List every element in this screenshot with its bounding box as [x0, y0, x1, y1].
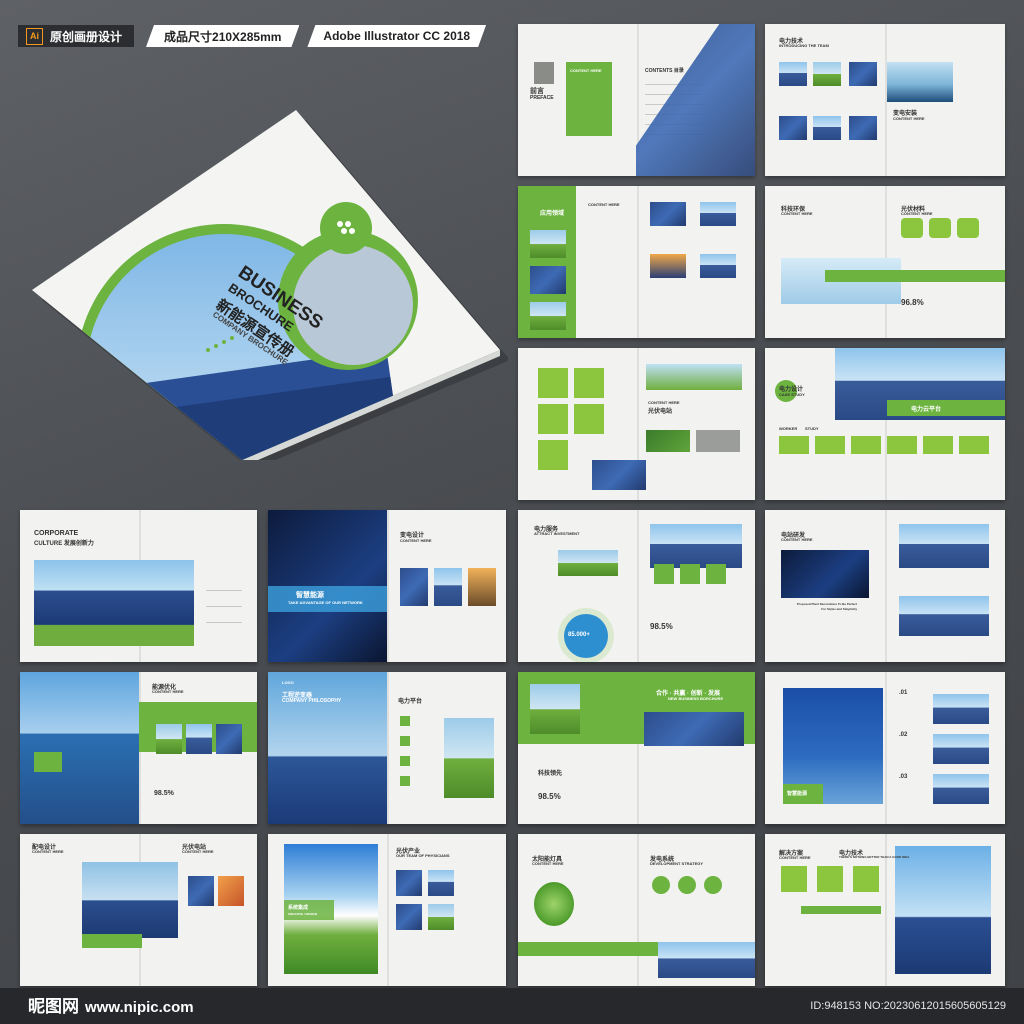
spread-power-service: 电力服务 ATTRACT INVESTMENT 85.000+ 98.5% [518, 510, 755, 662]
smart-energy-sub: TAKE ADVANTAGE OF OUR NETWORK [288, 600, 363, 605]
eco-tech-t2sub: CONTENT HERE [901, 211, 933, 216]
corporate-sub: CULTURE 发展创新力 [34, 541, 94, 547]
spread-applications: 应用领域 CONTENT HERE [518, 186, 755, 338]
header-tag-design-label: 原创画册设计 [50, 29, 123, 44]
spread-solar-lamp: 太阳能灯具 CONTENT HERE 发电系统 DEVELOPMENT STRA… [518, 834, 755, 986]
pv-station-t2: 光伏电站 [648, 409, 673, 415]
station-rd-sub: CONTENT HERE [781, 537, 813, 542]
spread-power-tech: 电力技术 INTRODUCING THE TEAM 变电安装 CONTENT H… [765, 24, 1005, 176]
solar-lamp-sub: CONTENT HERE [532, 861, 564, 866]
spread-eco-tech: 科技环保 CONTENT HERE 光伏材料 CONTENT HERE 96.8… [765, 186, 1005, 338]
spread-cooperation: 合作 · 共赢 · 创新 · 发展 NEW BUSINESS BORCHURE … [518, 672, 755, 824]
power-design-worker: WORKER [779, 426, 798, 431]
inverter-t2: 电力平台 [398, 699, 423, 705]
solutions-sub: CONTENT HERE [779, 855, 811, 860]
header-tag-design: Ai 原创画册设计 [18, 25, 135, 47]
smart-energy-2-n2: .02 [899, 732, 908, 738]
eco-tech-sub: CONTENT HERE [781, 211, 813, 216]
power-service-sub: ATTRACT INVESTMENT [534, 531, 580, 536]
eco-tech-pct: 96.8% [901, 298, 924, 307]
distribution-t2sub: CONTENT HERE [182, 849, 214, 854]
cooperation-pct: 98.5% [538, 792, 561, 801]
spread-smart-energy: 智慧能源 TAKE ADVANTAGE OF OUR NETWORK 变电设计 … [268, 510, 506, 662]
footer-url[interactable]: www.nipic.com [85, 999, 194, 1016]
spread-power-design: 电力设计 CASE STUDY 电力云平台 WORKER STUDY [765, 348, 1005, 500]
power-design-study: STUDY [805, 426, 819, 431]
header-bar: Ai 原创画册设计 成品尺寸210X285mm Adobe Illustrato… [18, 24, 486, 48]
smart-energy-2-n1: .01 [899, 690, 908, 696]
solutions-t2sub: THERE'S NOTHING BETTER THAN A GOOD IDEA [839, 855, 910, 859]
pv-station-title: CONTENT HERE [648, 400, 680, 405]
smart-energy-2-n3: .03 [899, 774, 908, 780]
smart-energy-2-title: 智慧能源 [787, 791, 808, 797]
cooperation-t2: 科技领先 [538, 771, 563, 777]
spread-distribution: 配电设计 CONTENT HERE 光伏电站 CONTENT HERE [20, 834, 257, 986]
spread-pv-station: CONTENT HERE 光伏电站 [518, 348, 755, 500]
spread-system-integration: 系统集成 CREATIVE / DESIGN 光伏产业 OUR TEAM OF … [268, 834, 506, 986]
smart-energy-t2sub: CONTENT HERE [400, 538, 432, 543]
corporate-title: CORPORATE [34, 530, 79, 537]
footer-logo-text: 昵图网 [28, 997, 79, 1016]
header-tag-size: 成品尺寸210X285mm [146, 25, 299, 47]
header-tag-software: Adobe Illustrator CC 2018 [307, 25, 486, 47]
solar-lamp-t2sub: DEVELOPMENT STRATEGY [650, 861, 704, 866]
power-service-pct: 98.5% [650, 622, 673, 631]
distribution-sub: CONTENT HERE [32, 849, 64, 854]
system-integration-t2sub: OUR TEAM OF PHYSICIANS [396, 853, 450, 858]
spread-energy-opt: 能源优化 CONTENT HERE 98.5% [20, 672, 257, 824]
power-tech-sub: INTRODUCING THE TEAM [779, 43, 829, 48]
footer-id: ID:948153 NO:20230612015605605129 [810, 1000, 1006, 1012]
spread-smart-energy-2: 智慧能源 .01 .02 .03 [765, 672, 1005, 824]
spread-corporate: CORPORATE CULTURE 发展创新力 [20, 510, 257, 662]
spread-solutions: 解决方案 CONTENT HERE 电力技术 THERE'S NOTHING B… [765, 834, 1005, 986]
inverter-sub: COMPANY PHILOSOPHY [282, 698, 342, 704]
power-service-num: 85.000+ [568, 632, 590, 638]
system-integration-title: 系统集成 [288, 905, 309, 911]
smart-energy-title: 智慧能源 [296, 592, 324, 599]
applications-sub: CONTENT HERE [588, 202, 620, 207]
power-design-sub: CASE STUDY [779, 392, 805, 397]
station-rd-note: Proposed Plant Decorations To Be Perfect… [796, 602, 857, 611]
system-integration-sub: CREATIVE / DESIGN [288, 912, 317, 916]
preface-content-here: CONTENT HERE [570, 68, 602, 73]
spread-inverter: 工程逆变器 COMPANY PHILOSOPHY LOGO 电力平台 [268, 672, 506, 824]
footer-logo: 昵图网 www.nipic.com [28, 992, 194, 1017]
applications-title: 应用领域 [540, 211, 565, 217]
cooperation-sub: NEW BUSINESS BORCHURE [668, 696, 724, 701]
energy-opt-sub: CONTENT HERE [152, 689, 184, 694]
power-tech-t2sub: CONTENT HERE [893, 116, 925, 121]
contents-title: CONTENTS 目录 [645, 68, 684, 74]
preface-sub: PREFACE [530, 95, 554, 101]
energy-opt-pct: 98.5% [154, 790, 174, 797]
book-cover: BUSINESS BROCHURE 新能源宣传册 COMPANY BROCHUR… [28, 110, 508, 460]
illustrator-icon: Ai [26, 27, 43, 45]
power-design-banner: 电力云平台 [911, 407, 942, 413]
inverter-logo: LOGO [282, 680, 294, 685]
spread-station-rd: 电站研发 CONTENT HERE Proposed Plant Decorat… [765, 510, 1005, 662]
spread-preface: 前言 PREFACE CONTENT HERE CONTENTS 目录 [518, 24, 755, 176]
